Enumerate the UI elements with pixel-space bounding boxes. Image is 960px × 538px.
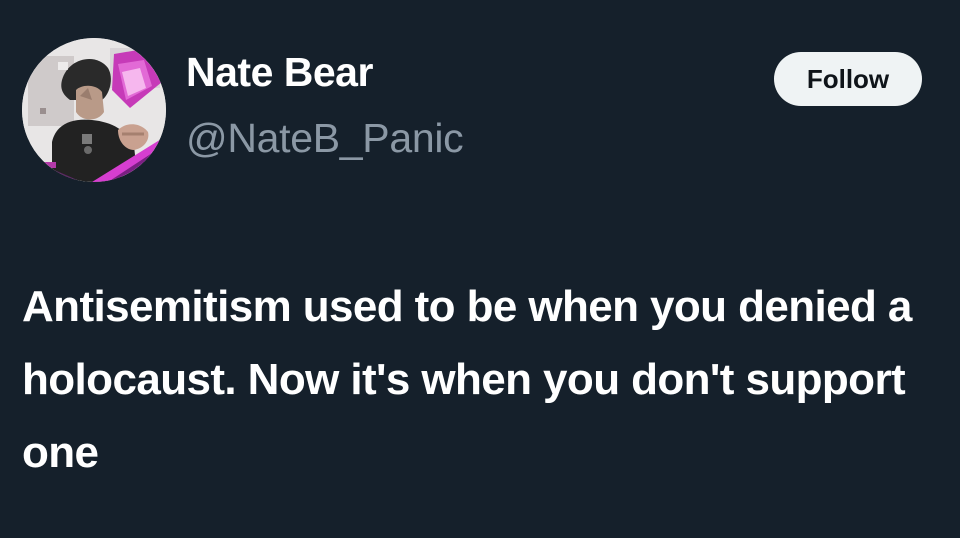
tweet-text: Antisemitism used to be when you denied … — [22, 282, 912, 477]
user-handle[interactable]: @NateB_Panic — [186, 118, 464, 159]
follow-button[interactable]: Follow — [774, 52, 922, 106]
user-display-name[interactable]: Nate Bear — [186, 52, 373, 93]
avatar-photo-icon — [22, 38, 166, 182]
user-avatar[interactable] — [22, 38, 166, 182]
tweet-card: Nate Bear @NateB_Panic Follow Antisemiti… — [0, 0, 960, 538]
